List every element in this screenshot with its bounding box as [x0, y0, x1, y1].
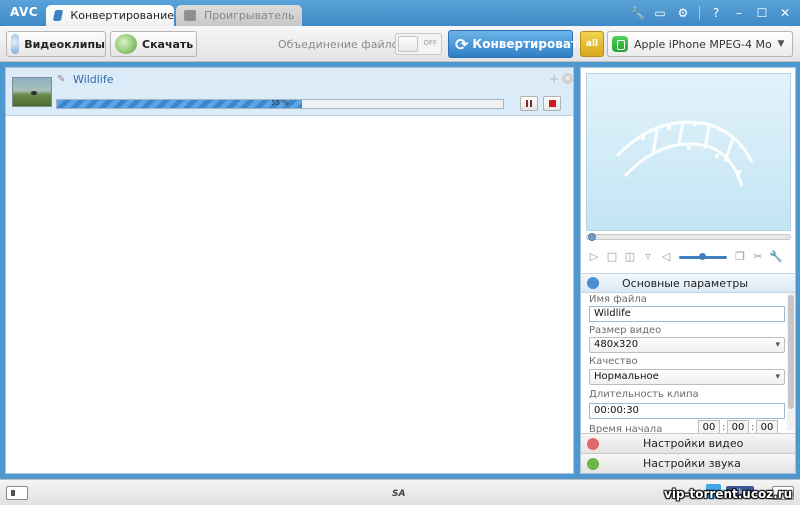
- quality-label: Качество: [589, 356, 638, 367]
- tab-convert[interactable]: Конвертирование: [46, 5, 174, 26]
- separator: [699, 6, 700, 20]
- video-thumbnail: [12, 77, 52, 107]
- video-settings-label: Настройки видео: [643, 437, 744, 450]
- volume-icon[interactable]: ◁: [658, 250, 674, 264]
- time-colon: :: [722, 422, 726, 433]
- tools-icon[interactable]: 🔧: [630, 6, 645, 20]
- video-size-select[interactable]: 480x320: [589, 337, 785, 353]
- chevron-down-icon[interactable]: ▿: [640, 250, 656, 264]
- scrollbar-thumb[interactable]: [788, 295, 794, 409]
- window-controls: 🔧 ▭ ⚙ ? – ☐ ✕: [630, 5, 792, 21]
- toggle-left-panel-icon[interactable]: [6, 486, 28, 500]
- file-name[interactable]: Wildlife: [73, 73, 113, 86]
- convert-button[interactable]: ⟳ Конвертировать: [448, 30, 586, 58]
- params-icon: [587, 277, 599, 289]
- filename-input[interactable]: Wildlife: [589, 306, 785, 322]
- file-list: ✎ Wildlife + ✕ 55 %: [5, 67, 574, 474]
- progress-text: 55 %: [271, 99, 289, 107]
- screen-icon[interactable]: ▭: [653, 6, 667, 20]
- film-icon: [184, 10, 196, 21]
- merge-files-label: Объединение файлов: [278, 38, 405, 51]
- audio-settings-icon: [587, 457, 599, 470]
- all-profiles-button[interactable]: all: [580, 31, 604, 57]
- snapshot-icon[interactable]: ◫: [622, 250, 638, 264]
- download-label: Скачать: [142, 37, 194, 51]
- basic-params-header[interactable]: Основные параметры: [581, 273, 795, 293]
- download-button[interactable]: Скачать: [110, 31, 197, 57]
- player-controls: ▷ □ ◫ ▿ ◁ ❐ ✂ 🔧: [586, 249, 791, 265]
- duration-label: Длительность клипа: [589, 389, 699, 400]
- video-settings-section[interactable]: Настройки видео: [581, 433, 795, 453]
- volume-slider[interactable]: [679, 252, 727, 260]
- help-icon[interactable]: ?: [709, 6, 723, 20]
- quality-select[interactable]: Нормальное: [589, 369, 785, 385]
- gear-icon[interactable]: ⚙: [676, 6, 690, 20]
- watermark: vip-torrent.ucoz.ru: [664, 487, 793, 501]
- add-icon[interactable]: +: [549, 72, 559, 86]
- wrench-icon[interactable]: 🔧: [768, 250, 784, 264]
- conversion-progress: 55 %: [56, 99, 504, 109]
- status-mark: SA: [392, 489, 406, 499]
- videoclips-label: Видеоклипы: [24, 37, 105, 51]
- stop-button[interactable]: [543, 96, 561, 111]
- download-icon: [115, 34, 137, 54]
- video-preview: [586, 73, 791, 231]
- film-strip-icon: [615, 120, 754, 187]
- pause-button[interactable]: [520, 96, 538, 111]
- filename-label: Имя файла: [589, 294, 647, 305]
- time-colon: :: [751, 422, 755, 433]
- convert-label: Конвертировать: [472, 37, 586, 51]
- video-size-label: Размер видео: [589, 325, 662, 336]
- merge-files-toggle[interactable]: OFF: [395, 33, 442, 55]
- convert-icon: ⟳: [455, 34, 469, 54]
- toggle-knob: [398, 36, 418, 52]
- seek-handle[interactable]: [588, 233, 596, 241]
- profile-label: Apple iPhone MPEG-4 Movie (...: [634, 37, 772, 51]
- close-icon[interactable]: ✕: [778, 6, 792, 20]
- chevron-down-icon: ▼: [777, 39, 785, 49]
- phone-icon: [612, 36, 628, 52]
- play-icon[interactable]: ▷: [586, 250, 602, 264]
- stop-icon[interactable]: □: [604, 250, 620, 264]
- pencil-icon[interactable]: ✎: [57, 74, 65, 85]
- params-scrollbar[interactable]: [787, 293, 795, 431]
- maximize-icon[interactable]: ☐: [755, 6, 769, 20]
- remove-icon[interactable]: ✕: [562, 73, 573, 84]
- copy-icon[interactable]: ❐: [732, 250, 748, 264]
- toolbar: Видеоклипы Скачать Объединение файлов OF…: [0, 26, 800, 62]
- tab-player[interactable]: Проигрыватель: [176, 5, 302, 26]
- toggle-state: OFF: [423, 39, 437, 47]
- audio-settings-label: Настройки звука: [643, 457, 741, 470]
- add-videoclips-button[interactable]: Видеоклипы: [6, 31, 106, 57]
- tab-convert-label: Конвертирование: [70, 9, 174, 22]
- minimize-icon[interactable]: –: [732, 6, 746, 20]
- audio-settings-section[interactable]: Настройки звука: [581, 453, 795, 473]
- add-video-icon: [11, 34, 20, 54]
- file-item[interactable]: ✎ Wildlife + ✕ 55 %: [6, 68, 573, 116]
- duration-input[interactable]: 00:00:30: [589, 403, 785, 419]
- seek-slider[interactable]: [586, 233, 791, 241]
- tab-player-label: Проигрыватель: [204, 9, 295, 22]
- convert-tab-icon: [52, 10, 64, 21]
- output-profile-select[interactable]: Apple iPhone MPEG-4 Movie (... ▼: [607, 31, 793, 57]
- app-logo: AVC: [10, 5, 39, 19]
- video-settings-icon: [587, 437, 599, 450]
- preview-panel: ▷ □ ◫ ▿ ◁ ❐ ✂ 🔧 Основные параметры Имя ф…: [580, 67, 796, 474]
- title-bar: AVC Конвертирование Проигрыватель 🔧 ▭ ⚙ …: [0, 0, 800, 26]
- scissors-icon[interactable]: ✂: [750, 250, 766, 264]
- basic-params-title: Основные параметры: [622, 276, 749, 290]
